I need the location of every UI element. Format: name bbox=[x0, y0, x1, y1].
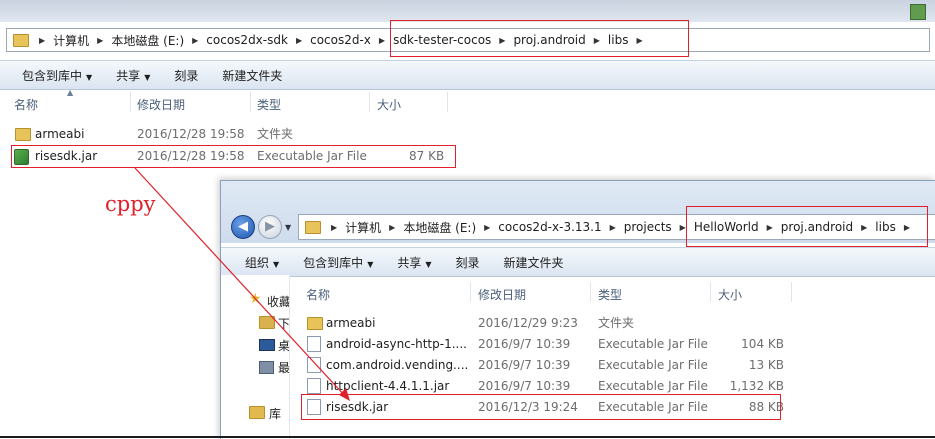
copy-arrow bbox=[134, 167, 350, 401]
arrowhead-icon bbox=[339, 388, 350, 401]
arrow-line bbox=[134, 167, 346, 397]
